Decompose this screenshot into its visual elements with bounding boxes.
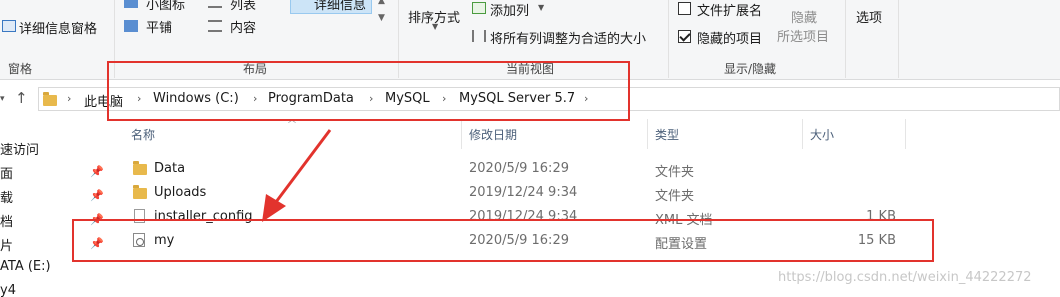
add-columns-button[interactable]: 添加列 — [490, 0, 529, 19]
size-all-columns-button[interactable]: 将所有列调整为合适的大小 — [490, 28, 646, 47]
ribbon-separator — [845, 0, 846, 78]
small-icons-button[interactable]: 小图标 — [146, 0, 185, 13]
annotation-arrow-shaft — [274, 129, 332, 203]
nav-item-folder[interactable]: y4 — [0, 283, 16, 297]
column-divider[interactable] — [461, 119, 462, 149]
layout-scroll-down-icon[interactable]: ▲ — [378, 0, 385, 6]
column-divider[interactable] — [802, 119, 803, 149]
address-bar-highlight — [107, 61, 630, 121]
details-pane-button[interactable]: 详细信息窗格 — [19, 18, 97, 37]
file-name[interactable]: Uploads — [154, 185, 206, 200]
hide-selected-button-line2: 所选项目 — [777, 30, 830, 45]
tiles-icon — [124, 20, 138, 32]
size-columns-icon — [472, 30, 486, 42]
tiles-button[interactable]: 平铺 — [146, 17, 172, 36]
ribbon-separator — [668, 0, 669, 78]
nav-item-documents[interactable]: 档 — [0, 211, 13, 230]
nav-item-pictures[interactable]: 片 — [0, 235, 13, 254]
file-date: 2019/12/24 9:34 — [469, 185, 578, 200]
annotation-arrow-head — [262, 194, 286, 222]
nav-item-drive-e[interactable]: ATA (E:) — [0, 259, 51, 274]
folder-icon — [43, 92, 57, 106]
show-hide-group-label: 显示/隐藏 — [724, 62, 777, 76]
column-header-date-modified[interactable]: 修改日期 — [469, 126, 517, 143]
ribbon-separator — [898, 0, 899, 78]
file-type: 文件夹 — [655, 165, 695, 180]
file-name[interactable]: Data — [154, 161, 185, 176]
list-button[interactable]: 列表 — [230, 0, 256, 13]
column-divider[interactable] — [647, 119, 648, 149]
breadcrumb-chevron-icon[interactable]: › — [67, 92, 71, 105]
content-icon — [208, 20, 222, 32]
hidden-items-label: 隐藏的项目 — [697, 32, 763, 47]
column-header-name[interactable]: 名称 — [131, 126, 155, 143]
small-icons-icon — [124, 0, 138, 8]
column-header-size[interactable]: 大小 — [810, 126, 834, 143]
add-columns-icon — [472, 2, 486, 14]
file-date: 2020/5/9 16:29 — [469, 161, 569, 176]
up-arrow-icon[interactable]: ↑ — [15, 89, 28, 107]
file-type: 文件夹 — [655, 189, 695, 204]
file-extensions-checkbox[interactable] — [678, 2, 691, 15]
nav-item-quick-access[interactable]: 速访问 — [0, 139, 39, 158]
hidden-items-checkbox[interactable] — [678, 30, 691, 43]
options-button[interactable]: 选项 — [856, 7, 882, 26]
folder-icon — [133, 161, 147, 175]
column-divider[interactable] — [905, 119, 906, 149]
content-button[interactable]: 内容 — [230, 17, 256, 36]
layout-expand-icon[interactable]: ▼ — [378, 13, 385, 23]
column-header-type[interactable]: 类型 — [655, 126, 679, 143]
add-columns-dropdown-icon[interactable]: ▼ — [538, 3, 544, 12]
file-row-highlight — [72, 219, 934, 262]
pin-icon[interactable]: 📌 — [90, 165, 104, 178]
recent-locations-chevron-icon[interactable]: ▾ — [0, 94, 5, 104]
watermark-text: https://blog.csdn.net/weixin_44222272 — [778, 270, 1032, 285]
file-extensions-label: 文件扩展名 — [697, 4, 763, 19]
pin-icon[interactable]: 📌 — [90, 189, 104, 202]
nav-item-desktop[interactable]: 面 — [0, 163, 13, 182]
list-icon — [208, 0, 222, 8]
nav-item-downloads[interactable]: 载 — [0, 187, 13, 206]
details-pane-icon — [2, 20, 16, 32]
folder-icon — [133, 185, 147, 199]
hide-selected-button[interactable]: 隐藏 — [791, 7, 817, 26]
sort-by-dropdown-icon[interactable]: ▼ — [432, 22, 438, 31]
pane-group-label: 窗格 — [8, 62, 33, 76]
details-button[interactable]: 详细信息 — [314, 0, 366, 13]
